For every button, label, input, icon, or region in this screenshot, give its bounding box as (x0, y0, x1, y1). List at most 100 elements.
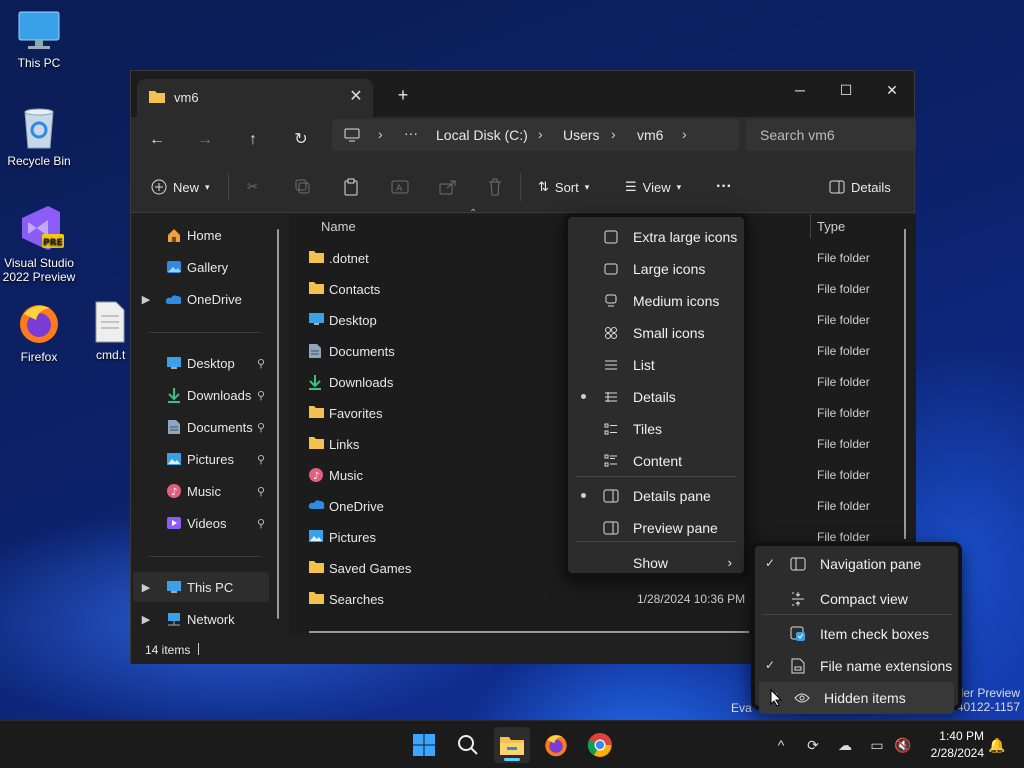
up-button[interactable]: ↑ (240, 127, 266, 153)
chevron-right-icon[interactable]: ▶ (133, 581, 159, 594)
taskbar-file-explorer[interactable] (494, 727, 530, 763)
forward-button[interactable]: → (192, 127, 218, 153)
chevron-right-icon[interactable]: ▶ (133, 613, 159, 626)
menu-item-item-check-boxes[interactable]: Item check boxes (755, 618, 958, 650)
sidebar-scrollbar[interactable] (277, 229, 279, 619)
pin-icon[interactable]: ⚲ (257, 453, 265, 466)
menu-item-large-icons[interactable]: Large icons (568, 253, 744, 285)
sidebar-item-this-pc[interactable]: ▶ This PC (133, 572, 269, 602)
breadcrumb-users[interactable]: Users (563, 127, 600, 143)
search-icon (458, 735, 478, 755)
menu-item-small-icons[interactable]: Small icons (568, 317, 744, 349)
close-button[interactable]: ✕ (869, 75, 915, 105)
pin-icon[interactable]: ⚲ (257, 357, 265, 370)
sidebar-item-downloads[interactable]: Downloads ⚲ (133, 380, 269, 410)
visual-studio-icon: PRE (22, 206, 64, 250)
sidebar-item-videos[interactable]: Videos ⚲ (133, 508, 269, 538)
rename-button[interactable]: A (391, 175, 409, 199)
taskbar-firefox[interactable] (538, 727, 574, 763)
picture-icon (163, 452, 185, 466)
delete-button[interactable] (487, 175, 503, 199)
file-name: Favorites (329, 406, 383, 421)
address-bar[interactable]: › ··· Local Disk (C:) › Users › vm6 › (332, 119, 739, 151)
menu-item-content[interactable]: Content (568, 445, 744, 477)
desktop-icon-this-pc[interactable]: This PC (1, 10, 77, 70)
desktop-icon-recycle-bin[interactable]: Recycle Bin (1, 106, 77, 168)
sidebar-item-music[interactable]: ♪ Music ⚲ (133, 476, 269, 506)
back-button[interactable]: ← (144, 127, 170, 153)
see-more-button[interactable]: ··· (716, 175, 732, 199)
rename-icon: A (391, 180, 409, 194)
horizontal-scrollbar[interactable] (309, 631, 749, 633)
column-header-type[interactable]: Type (817, 219, 845, 234)
network-status-icon[interactable]: ▭ (866, 734, 888, 756)
sidebar-item-home[interactable]: Home (133, 220, 269, 250)
pin-icon[interactable]: ⚲ (257, 517, 265, 530)
menu-item-medium-icons[interactable]: Medium icons (568, 285, 744, 317)
new-label: New (173, 179, 200, 195)
breadcrumb-local-disk[interactable]: Local Disk (C:) (436, 127, 528, 143)
view-button[interactable]: ☰ View ▾ (625, 175, 681, 199)
tab-vm6[interactable]: vm6 ✕ (137, 79, 373, 117)
share-button[interactable] (439, 175, 457, 199)
details-pane-button[interactable]: Details (829, 175, 891, 199)
sort-button[interactable]: ⇅ Sort ▾ (538, 175, 589, 199)
minimize-button[interactable]: ─ (777, 75, 823, 105)
menu-item-show[interactable]: Show › (568, 547, 744, 579)
svg-text:PRE: PRE (43, 238, 63, 248)
menu-item-tiles[interactable]: Tiles (568, 413, 744, 445)
copy-button[interactable] (295, 175, 311, 199)
cloud-icon (163, 293, 185, 305)
tab-close-button[interactable]: ✕ (347, 88, 365, 106)
sidebar-item-pictures[interactable]: Pictures ⚲ (133, 444, 269, 474)
taskbar-chrome[interactable] (582, 727, 618, 763)
chevron-right-icon[interactable]: ▶ (133, 293, 159, 306)
menu-item-details-pane[interactable]: Details pane (568, 480, 744, 512)
tray-overflow-chevron[interactable]: ^ (770, 734, 792, 756)
cut-button[interactable]: ✂ (247, 175, 258, 199)
menu-item-compact-view[interactable]: Compact view (755, 583, 958, 615)
column-header-name[interactable]: Name (321, 219, 356, 234)
pin-icon[interactable]: ⚲ (257, 421, 265, 434)
menu-item-details[interactable]: Details (568, 381, 744, 413)
pin-icon[interactable]: ⚲ (257, 389, 265, 402)
menu-item-hidden-items[interactable]: ✓Hidden items (759, 682, 954, 714)
column-divider[interactable] (810, 214, 811, 238)
sidebar-item-gallery[interactable]: Gallery (133, 252, 269, 282)
details-label: Details (851, 179, 891, 195)
breadcrumb-more[interactable]: ··· (404, 125, 418, 141)
menu-item-extra-large-icons[interactable]: Extra large icons (568, 221, 744, 253)
sidebar-item-network[interactable]: ▶ Network (133, 604, 269, 634)
paste-button[interactable] (343, 175, 359, 199)
volume-muted-icon[interactable]: 🔇 (892, 734, 914, 756)
folder-icon (308, 250, 325, 267)
search-button[interactable] (450, 727, 486, 763)
sidebar-item-desktop[interactable]: Desktop ⚲ (133, 348, 269, 378)
sidebar-item-onedrive[interactable]: ▶ OneDrive (133, 284, 269, 314)
search-input[interactable] (746, 119, 916, 151)
clock[interactable]: 1:40 PM 2/28/2024 (914, 728, 984, 762)
sidebar-item-documents[interactable]: Documents ⚲ (133, 412, 269, 442)
desktop-icon-firefox[interactable]: Firefox (1, 300, 77, 364)
notification-bell-icon[interactable]: 🔔 (986, 734, 1008, 756)
new-tab-button[interactable]: + (393, 85, 413, 105)
vertical-scrollbar[interactable] (904, 229, 906, 539)
menu-item-list[interactable]: List (568, 349, 744, 381)
refresh-button[interactable]: ↻ (288, 127, 314, 153)
desktop-icon-visual-studio[interactable]: PRE Visual Studio 2022 Preview (1, 204, 77, 284)
file-name: Downloads (329, 375, 394, 390)
selected-bullet-icon (581, 394, 586, 399)
onedrive-cloud-icon[interactable]: ☁ (834, 734, 856, 756)
menu-item-file-name-extensions[interactable]: ✓ File name extensions (755, 650, 958, 682)
search-box[interactable] (746, 119, 916, 151)
start-button[interactable] (406, 727, 442, 763)
maximize-button[interactable]: ☐ (823, 75, 869, 105)
sync-icon[interactable]: ⟳ (802, 734, 824, 756)
menu-item-navigation-pane[interactable]: ✓ Navigation pane (755, 548, 958, 580)
menu-item-preview-pane[interactable]: Preview pane (568, 512, 744, 544)
pin-icon[interactable]: ⚲ (257, 485, 265, 498)
breadcrumb-vm6[interactable]: vm6 (637, 127, 663, 143)
new-button[interactable]: New ▾ (151, 175, 210, 199)
item-count: 14 items (145, 643, 191, 657)
menu-item-label: Content (633, 453, 683, 469)
